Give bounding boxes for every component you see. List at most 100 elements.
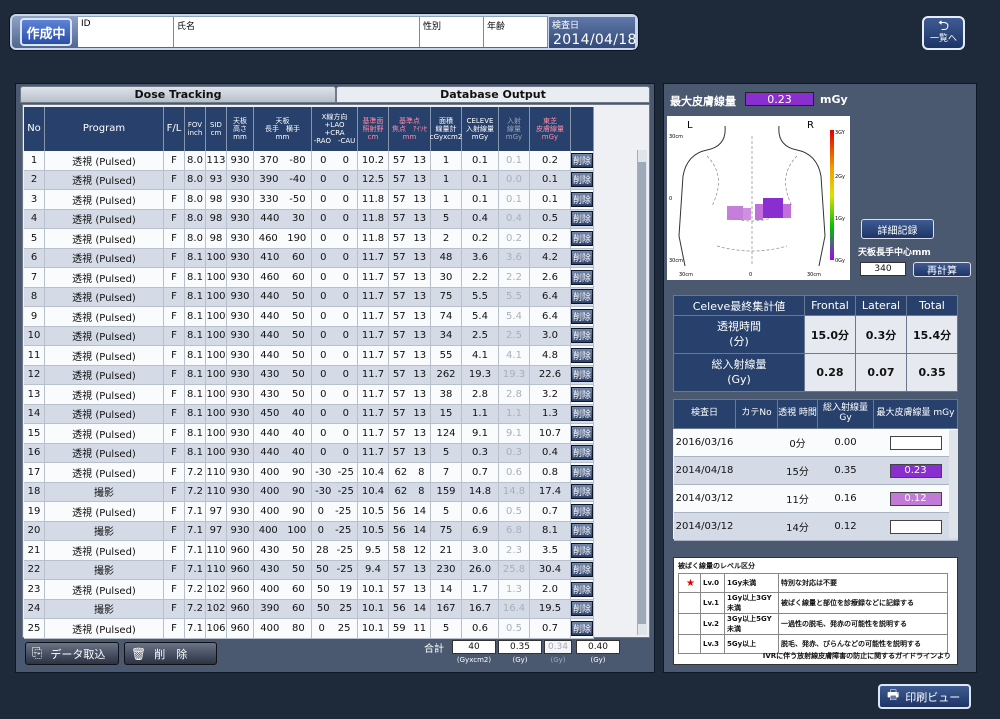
table-cell-value: -40: [289, 174, 306, 186]
table-cell: 14.8: [462, 482, 499, 501]
table-cell: 14: [431, 580, 462, 599]
back-to-list-button[interactable]: ⮌ 一覧へ: [922, 16, 965, 50]
table-row[interactable]: 11 透視 (Pulsed) F 8.1 100 930 440 50 0 0 11.7 57 13 55…: [24, 346, 594, 366]
table-row[interactable]: 15 透視 (Pulsed) F 8.1 100 930 440 40 0 0 11.7 57 13 12…: [24, 424, 594, 444]
table-row[interactable]: 13 透視 (Pulsed) F 8.1 100 930 430 50 0 0 11.7 57 13 38…: [24, 385, 594, 405]
delete-cell: 削除: [571, 521, 594, 540]
table-row[interactable]: 24 撮影 F 7.2 102 960 390 60 50 25 10.1 56 14 167 16.7 16…: [24, 599, 594, 619]
delete-row-button[interactable]: 削除: [571, 425, 593, 441]
table-row[interactable]: 10 透視 (Pulsed) F 8.1 100 930 440 50 0 0 11.7 57 13 34…: [24, 326, 594, 346]
table-cell: 930: [227, 209, 254, 228]
fluoro-time-label: 透視時間 (分): [673, 315, 805, 354]
table-cell: F: [164, 365, 185, 384]
delete-row-button[interactable]: 削除: [571, 328, 593, 344]
delete-row-button[interactable]: 削除: [571, 269, 593, 285]
delete-row-button[interactable]: 削除: [571, 289, 593, 305]
column-header: Program: [45, 107, 164, 151]
table-scrollbar-thumb[interactable]: [638, 162, 646, 624]
history-row[interactable]: 2014/03/12 14分 0.12: [673, 512, 958, 541]
table-row[interactable]: 8 透視 (Pulsed) F 8.1 100 930 440 50 0 0 11.7 57 13 75 5…: [24, 287, 594, 307]
table-row[interactable]: 20 撮影 F 7.1 97 930 400 100 0 -25 10.5 56 14 75 6.9 6.8 8…: [24, 521, 594, 541]
table-row[interactable]: 12 透視 (Pulsed) F 8.1 100 930 430 50 0 0 11.7 57 13 26…: [24, 365, 594, 385]
table-cell: 透視 (Pulsed): [45, 502, 164, 521]
delete-row-button[interactable]: 削除: [571, 250, 593, 266]
delete-row-button[interactable]: 削除: [571, 503, 593, 519]
table-row[interactable]: 9 透視 (Pulsed) F 8.1 100 930 440 50 0 0 11.7 57 13 74 5…: [24, 307, 594, 327]
table-cell: 57 13: [389, 209, 431, 228]
table-cell-value: 90: [291, 466, 305, 478]
data-import-button[interactable]: ⎘ データ取込: [25, 642, 119, 665]
table-cell: 440 40: [254, 424, 312, 443]
table-cell: 57 13: [389, 560, 431, 579]
table-row[interactable]: 21 透視 (Pulsed) F 7.1 110 960 430 50 28 -25 9.5 58 12…: [24, 541, 594, 561]
delete-row-button[interactable]: 削除: [571, 191, 593, 207]
column-header: SID cm: [206, 107, 227, 151]
table-row[interactable]: 17 透視 (Pulsed) F 7.2 110 930 400 90 -30 -25 10.4 62…: [24, 463, 594, 483]
delete-row-button[interactable]: 削除: [571, 406, 593, 422]
table-center-input[interactable]: 340: [860, 262, 906, 276]
history-row[interactable]: 2014/04/18 15分 0.35 0.23: [673, 456, 958, 485]
delete-row-button[interactable]: 削除: [571, 308, 593, 324]
delete-row-button[interactable]: 削除: [571, 386, 593, 402]
history-row[interactable]: 2016/03/16 0分 0.00: [673, 428, 958, 457]
table-row[interactable]: 19 透視 (Pulsed) F 7.1 97 930 400 90 0 -25 10.5 56 14 5…: [24, 502, 594, 522]
table-cell-value: 90: [291, 505, 305, 517]
table-cell: 7.1: [185, 521, 206, 540]
history-row[interactable]: 2014/03/12 11分 0.16 0.12: [673, 484, 958, 513]
delete-row-button[interactable]: 削除: [571, 542, 593, 558]
tab-database-output[interactable]: Database Output: [336, 86, 650, 103]
delete-row-button[interactable]: 削除: [571, 172, 593, 188]
table-row[interactable]: 4 透視 (Pulsed) F 8.0 98 930 440 30 0 0 11.8 57 13 5 0.4…: [24, 209, 594, 229]
table-cell: 57 13: [389, 424, 431, 443]
delete-row-button[interactable]: 削除: [571, 581, 593, 597]
delete-row-button[interactable]: 削除: [571, 347, 593, 363]
table-row[interactable]: 14 透視 (Pulsed) F 8.1 100 930 450 40 0 0 11.7 57 13 15…: [24, 404, 594, 424]
table-cell: 透視 (Pulsed): [45, 404, 164, 423]
delete-row-button[interactable]: 削除: [571, 464, 593, 480]
table-cell: 56 14: [389, 599, 431, 618]
legend-row: ★ Lv.0 1Gy未満 特別な対応は不要: [678, 573, 948, 593]
table-cell-value: 13: [413, 252, 427, 264]
print-view-button[interactable]: 🖶 印刷ビュー: [878, 684, 971, 709]
delete-row-button[interactable]: 削除: [571, 484, 593, 500]
table-row[interactable]: 5 透視 (Pulsed) F 8.0 98 930 460 190 0 0 11.8 57 13 2 0.…: [24, 229, 594, 249]
table-row[interactable]: 7 透視 (Pulsed) F 8.1 100 930 460 60 0 0 11.7 57 13 30 2…: [24, 268, 594, 288]
delete-row-button[interactable]: 削除: [571, 523, 593, 539]
delete-row-button[interactable]: 削除: [571, 211, 593, 227]
table-row[interactable]: 16 透視 (Pulsed) F 8.1 100 930 440 40 0 0 11.7 57 13 5 0…: [24, 443, 594, 463]
table-cell: 撮影: [45, 599, 164, 618]
delete-row-button[interactable]: 削除: [571, 601, 593, 617]
table-cell: 930: [227, 151, 254, 170]
table-row[interactable]: 18 撮影 F 7.2 110 930 400 90 -30 -25 10.4 62 8 159 14.8 1…: [24, 482, 594, 502]
table-cell: 74: [431, 307, 462, 326]
print-view-label: 印刷ビュー: [905, 690, 961, 704]
delete-all-button[interactable]: 🗑 削 除: [124, 642, 217, 665]
table-row[interactable]: 2 透視 (Pulsed) F 8.0 93 930 390 -40 0 0 12.5 57 13 1 0.…: [24, 170, 594, 190]
delete-row-button[interactable]: 削除: [571, 230, 593, 246]
tab-dose-tracking[interactable]: Dose Tracking: [20, 86, 336, 103]
delete-row-button[interactable]: 削除: [571, 562, 593, 578]
table-cell: 0.4: [462, 209, 499, 228]
table-cell: 400 90: [254, 502, 312, 521]
table-row[interactable]: 23 透視 (Pulsed) F 7.2 102 960 400 60 50 19 10.1 57 13…: [24, 580, 594, 600]
table-row[interactable]: 1 透視 (Pulsed) F 8.0 113 930 370 -80 0 0 10.2 57 13 1 0…: [24, 151, 594, 171]
recalculate-button[interactable]: 再計算: [913, 262, 971, 277]
delete-row-button[interactable]: 削除: [571, 620, 593, 636]
table-row[interactable]: 22 撮影 F 7.1 110 960 430 50 50 -25 9.4 57 13 230 26.0 25…: [24, 560, 594, 580]
table-cell: F: [164, 560, 185, 579]
table-cell: 93: [206, 170, 227, 189]
table-cell: 11.7: [358, 385, 389, 404]
table-cell: F: [164, 580, 185, 599]
delete-row-button[interactable]: 削除: [571, 445, 593, 461]
table-row[interactable]: 6 透視 (Pulsed) F 8.1 100 930 410 60 0 0 11.7 57 13 48 3…: [24, 248, 594, 268]
detail-record-button[interactable]: 詳細記録: [861, 219, 934, 239]
table-cell: 5.4: [462, 307, 499, 326]
table-cell: 100: [206, 268, 227, 287]
table-row[interactable]: 3 透視 (Pulsed) F 8.0 98 930 330 -50 0 0 11.8 57 13 1 0.…: [24, 190, 594, 210]
dim-label-bc: 0: [749, 272, 752, 278]
delete-row-button[interactable]: 削除: [571, 152, 593, 168]
table-row[interactable]: 25 透視 (Pulsed) F 7.1 106 960 400 80 0 25 10.1 59 11 5…: [24, 619, 594, 639]
history-time: 15分: [777, 456, 818, 485]
delete-row-button[interactable]: 削除: [571, 367, 593, 383]
history-scrollbar[interactable]: [949, 430, 958, 538]
